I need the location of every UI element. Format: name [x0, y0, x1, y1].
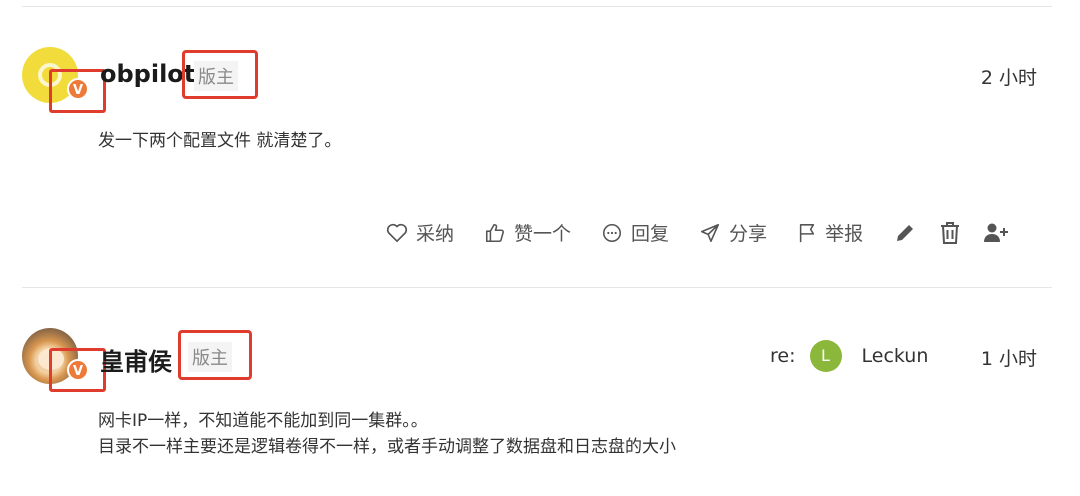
- comment-icon: [603, 223, 622, 242]
- like-button[interactable]: 赞一个: [484, 219, 571, 246]
- verified-badge-icon: V: [67, 78, 89, 100]
- post-content: 网卡IP一样，不知道能不能加到同一集群。。 目录不一样主要还是逻辑卷得不一样，或…: [98, 408, 676, 460]
- delete-button[interactable]: [939, 221, 961, 245]
- share-icon: [701, 223, 720, 242]
- reply-user-avatar[interactable]: L: [809, 340, 842, 372]
- edit-button[interactable]: [893, 221, 917, 245]
- accept-button[interactable]: 采纳: [386, 219, 454, 246]
- post-content: 发一下两个配置文件 就清楚了。: [98, 128, 341, 154]
- post-actions: 采纳 赞一个 回复 分享 举报: [386, 219, 1009, 246]
- report-label: 举报: [825, 223, 864, 245]
- post-time: 2 小时: [980, 67, 1037, 89]
- top-divider: [22, 6, 1052, 7]
- reply-username[interactable]: Leckun: [862, 345, 929, 367]
- reply-button[interactable]: 回复: [601, 219, 669, 246]
- add-user-icon: [984, 223, 1009, 242]
- verified-badge-icon: V: [67, 359, 89, 381]
- post-time: 1 小时: [980, 348, 1037, 370]
- flag-icon: [799, 223, 815, 242]
- thumbs-up-icon: [485, 223, 504, 242]
- role-badge: 版主: [188, 342, 232, 372]
- reply-to: re: L Leckun: [770, 340, 928, 372]
- content-line: 发一下两个配置文件 就清楚了。: [98, 131, 342, 151]
- heart-icon: [386, 223, 408, 242]
- pencil-icon: [897, 224, 914, 241]
- username[interactable]: 皇甫侯: [100, 342, 172, 377]
- report-button[interactable]: 举报: [797, 219, 863, 246]
- reply-prefix: re:: [770, 345, 796, 367]
- share-label: 分享: [729, 223, 768, 245]
- username[interactable]: obpilot: [100, 60, 195, 88]
- reply-label: 回复: [631, 223, 670, 245]
- role-badge: 版主: [194, 61, 238, 91]
- like-label: 赞一个: [514, 223, 572, 245]
- post-divider: [22, 287, 1052, 288]
- content-line: 目录不一样主要还是逻辑卷得不一样，或者手动调整了数据盘和日志盘的大小: [98, 437, 676, 457]
- content-line: 网卡IP一样，不知道能不能加到同一集群。。: [98, 411, 428, 431]
- share-button[interactable]: 分享: [699, 219, 767, 246]
- accept-label: 采纳: [416, 223, 455, 245]
- add-user-button[interactable]: [983, 222, 1009, 244]
- trash-icon: [941, 221, 960, 244]
